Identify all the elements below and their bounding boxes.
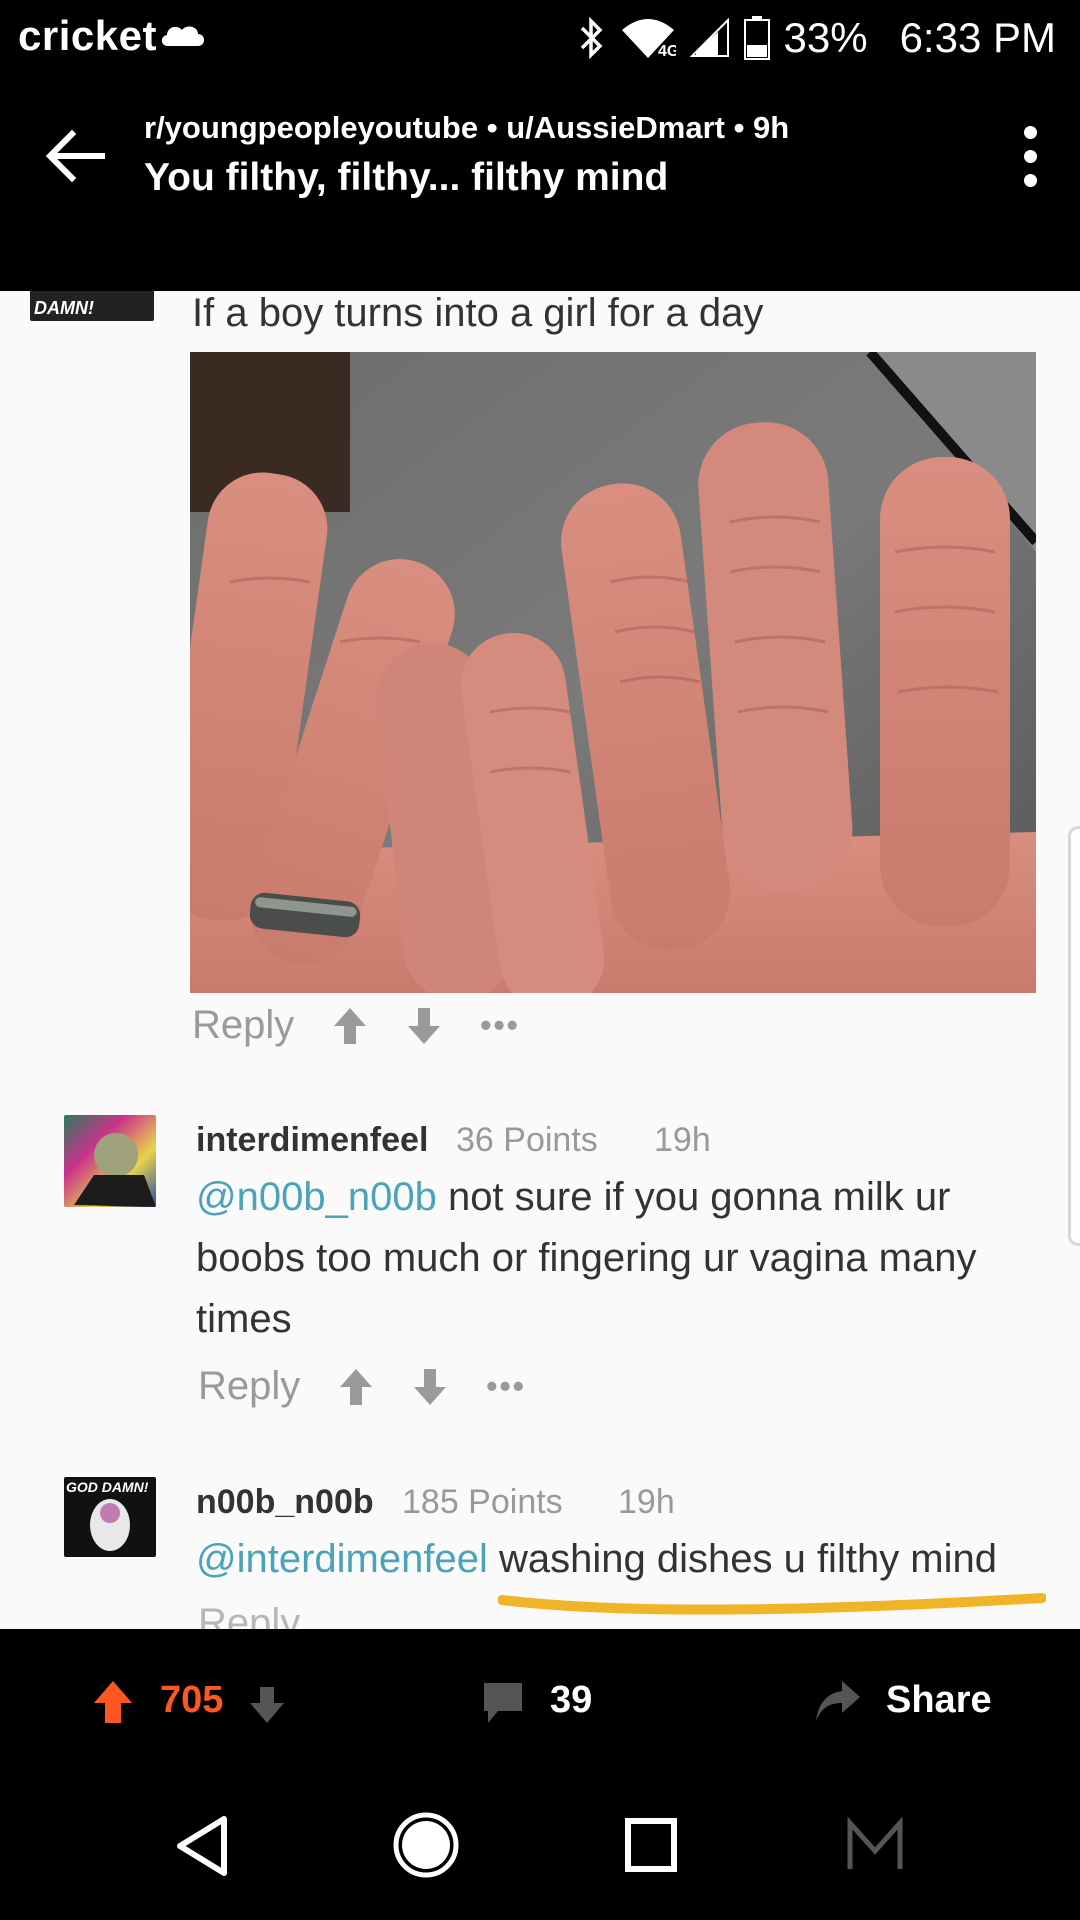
user-mention[interactable]: @n00b_n00b xyxy=(196,1175,437,1219)
comment-author[interactable]: n00b_n00b xyxy=(196,1483,374,1522)
upvote-icon[interactable] xyxy=(332,1006,368,1046)
reply-button[interactable]: Reply xyxy=(192,1003,294,1048)
comment-author[interactable]: interdimenfeel xyxy=(196,1121,428,1160)
post-header: r/youngpeopleyoutube • u/AussieDmart • 9… xyxy=(0,76,1080,291)
post-action-bar: 705 39 Share xyxy=(0,1629,1080,1781)
upvote-icon[interactable] xyxy=(338,1367,374,1407)
highlight-underline xyxy=(498,1593,1046,1615)
comment-actions: Reply ••• xyxy=(192,1003,520,1048)
avatar-caption: GOD DAMN! xyxy=(66,1479,149,1495)
comment-icon[interactable] xyxy=(482,1681,524,1725)
comment-time: 19h xyxy=(618,1483,675,1521)
carrier-name: cricket xyxy=(18,12,157,59)
nav-recents-icon[interactable] xyxy=(624,1817,678,1873)
scrollbar[interactable] xyxy=(1068,826,1080,1246)
post-meta[interactable]: r/youngpeopleyoutube • u/AussieDmart • 9… xyxy=(144,110,789,146)
clock: 6:33 PM xyxy=(899,14,1056,61)
share-icon[interactable] xyxy=(814,1677,862,1725)
more-vertical-icon[interactable] xyxy=(1020,126,1040,188)
comment-text-line: times xyxy=(196,1297,292,1341)
comment-points: 185 Points xyxy=(402,1483,563,1521)
signal-icon xyxy=(689,18,729,57)
comment-text: @n00b_n00b not sure if you gonna milk ur… xyxy=(196,1167,1046,1350)
downvote-icon[interactable] xyxy=(412,1367,448,1407)
comment-text-line: not sure if you gonna milk ur xyxy=(436,1175,951,1219)
downvote-icon[interactable] xyxy=(248,1685,286,1725)
comment-actions: Reply ••• xyxy=(198,1364,526,1409)
nav-assistant-icon[interactable] xyxy=(844,1817,906,1873)
wrinkled-fingers-photo xyxy=(190,352,1036,993)
comment-points: 36 Points xyxy=(456,1121,598,1159)
downvote-icon[interactable] xyxy=(406,1006,442,1046)
upvote-icon[interactable] xyxy=(92,1679,134,1725)
nav-back-icon[interactable] xyxy=(172,1813,232,1879)
battery-percent: 33% xyxy=(783,14,868,61)
avatar: DAMN! xyxy=(30,291,154,321)
bluetooth-icon xyxy=(580,16,602,60)
avatar xyxy=(64,1115,156,1207)
wifi-icon: 4G xyxy=(621,19,676,60)
comment-actions: Reply xyxy=(198,1601,300,1629)
comment-text: @interdimenfeel washing dishes u filthy … xyxy=(196,1529,1056,1590)
post-image[interactable]: DAMN! If a boy turns into a girl for a d… xyxy=(0,291,1080,1629)
post-score: 705 xyxy=(160,1679,224,1721)
more-dots-icon[interactable]: ••• xyxy=(486,1368,526,1405)
comment-time: 19h xyxy=(654,1121,711,1159)
comment-text-line: boobs too much or fingering ur vagina ma… xyxy=(196,1236,977,1280)
avatar-caption: DAMN! xyxy=(34,298,94,318)
status-bar: cricket 4G 33% 6:33 PM xyxy=(0,0,1080,76)
battery-icon xyxy=(743,16,770,60)
more-dots-icon[interactable]: ••• xyxy=(480,1007,520,1044)
post-title: You filthy, filthy... filthy mind xyxy=(144,156,669,199)
status-icons: 4G 33% 6:33 PM xyxy=(578,10,1056,66)
comment-count[interactable]: 39 xyxy=(550,1679,592,1722)
reply-button[interactable]: Reply xyxy=(198,1364,300,1409)
system-nav-bar xyxy=(0,1781,1080,1920)
comment-text-line: washing dishes u filthy mind xyxy=(487,1537,997,1581)
nav-home-icon[interactable] xyxy=(392,1811,460,1879)
avatar: GOD DAMN! xyxy=(64,1477,156,1557)
svg-text:4G: 4G xyxy=(658,43,676,60)
reply-button[interactable]: Reply xyxy=(198,1601,300,1629)
back-arrow-icon[interactable] xyxy=(44,128,106,184)
cloud-icon xyxy=(161,26,204,46)
share-button[interactable]: Share xyxy=(886,1679,992,1722)
user-mention[interactable]: @interdimenfeel xyxy=(196,1537,488,1581)
comment-caption: If a boy turns into a girl for a day xyxy=(192,291,764,335)
